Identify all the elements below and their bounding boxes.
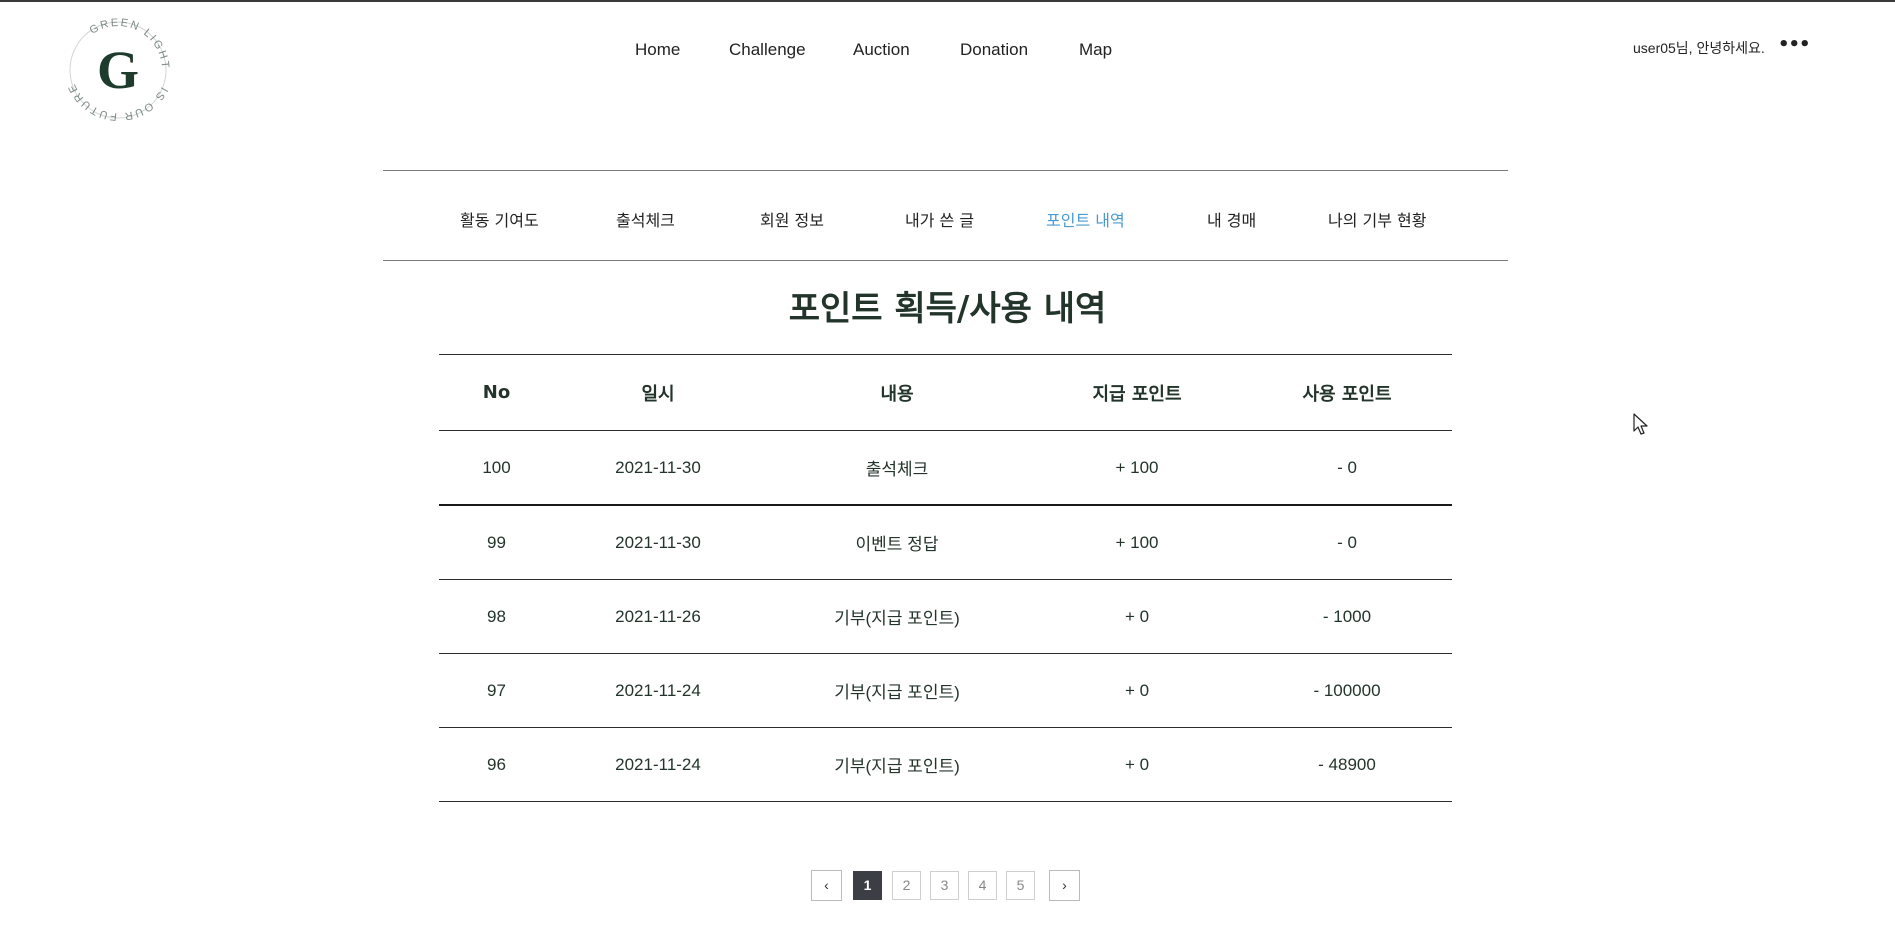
cell-date: 2021-11-30 [554,430,762,506]
column-header-earned-points: 지급 포인트 [1092,383,1182,405]
tab-point-history[interactable]: 포인트 내역 [1046,207,1125,231]
cell-no: 97 [439,653,554,728]
points-table: No 일시 내용 지급 포인트 사용 포인트 100 2021-11-30 출석… [439,354,1452,802]
cell-used: - 48900 [1242,727,1452,802]
cell-used: - 100000 [1242,653,1452,728]
page-button-3[interactable]: 3 [930,871,959,900]
cell-earned: + 0 [1032,727,1242,802]
column-header-no: No [482,382,511,403]
cell-content: 이벤트 정답 [762,505,1032,580]
pagination: ‹ 1 2 3 4 5 › [0,870,1895,903]
cell-no: 98 [439,579,554,654]
page-button-5[interactable]: 5 [1006,871,1035,900]
page-button-4[interactable]: 4 [968,871,997,900]
chevron-left-icon: ‹ [824,877,829,893]
tab-attendance-check[interactable]: 출석체크 [616,207,675,231]
cell-date: 2021-11-26 [554,579,762,654]
nav-auction[interactable]: Auction [853,40,910,60]
table-row: 100 2021-11-30 출석체크 + 100 - 0 [439,430,1452,506]
green-light-logo[interactable]: GREEN LIGHT IS OUR FUTURE G [62,14,174,126]
cell-used: - 0 [1242,505,1452,580]
cell-earned: + 100 [1032,505,1242,580]
cell-earned: + 0 [1032,653,1242,728]
column-header-date: 일시 [641,383,675,405]
nav-home[interactable]: Home [635,40,680,60]
cell-content: 기부(지급 포인트) [762,727,1032,802]
main-nav: Home Challenge Auction Donation Map [0,40,1895,64]
cell-content: 기부(지급 포인트) [762,653,1032,728]
page-title: 포인트 획득/사용 내역 [788,289,1107,329]
table-row: 98 2021-11-26 기부(지급 포인트) + 0 - 1000 [439,579,1452,654]
nav-map[interactable]: Map [1079,40,1112,60]
user-greeting: user05님, 안녕하세요. [1633,40,1765,56]
top-border [0,0,1895,2]
nav-donation[interactable]: Donation [960,40,1028,60]
cell-content: 기부(지급 포인트) [762,579,1032,654]
more-menu-icon[interactable]: ••• [1778,34,1811,55]
table-row: 96 2021-11-24 기부(지급 포인트) + 0 - 48900 [439,727,1452,802]
tab-my-auctions[interactable]: 내 경매 [1207,207,1256,231]
cell-used: - 0 [1242,430,1452,506]
table-header-row: No 일시 내용 지급 포인트 사용 포인트 [439,354,1452,431]
tab-my-donations[interactable]: 나의 기부 현황 [1328,207,1427,231]
cell-date: 2021-11-24 [554,727,762,802]
cell-date: 2021-11-24 [554,653,762,728]
cell-earned: + 100 [1032,430,1242,506]
column-header-content: 내용 [880,383,914,405]
cell-date: 2021-11-30 [554,505,762,580]
tab-member-info[interactable]: 회원 정보 [760,207,824,231]
table-row: 99 2021-11-30 이벤트 정답 + 100 - 0 [439,505,1452,580]
mouse-cursor-icon [1633,413,1649,441]
page-button-1[interactable]: 1 [853,871,882,900]
cell-earned: + 0 [1032,579,1242,654]
tab-activity-contribution[interactable]: 활동 기여도 [460,207,539,231]
column-header-used-points: 사용 포인트 [1302,383,1392,405]
cell-used: - 1000 [1242,579,1452,654]
cell-content: 출석체크 [762,430,1032,506]
prev-page-button[interactable]: ‹ [811,870,842,901]
cell-no: 100 [439,430,554,506]
chevron-right-icon: › [1062,877,1067,893]
cell-no: 99 [439,505,554,580]
page-button-2[interactable]: 2 [892,871,921,900]
cell-no: 96 [439,727,554,802]
next-page-button[interactable]: › [1049,870,1080,901]
nav-challenge[interactable]: Challenge [729,40,806,60]
mypage-tab-bar: 활동 기여도 출석체크 회원 정보 내가 쓴 글 포인트 내역 내 경매 나의 … [383,170,1508,261]
table-row: 97 2021-11-24 기부(지급 포인트) + 0 - 100000 [439,653,1452,728]
tab-my-posts[interactable]: 내가 쓴 글 [905,207,974,231]
